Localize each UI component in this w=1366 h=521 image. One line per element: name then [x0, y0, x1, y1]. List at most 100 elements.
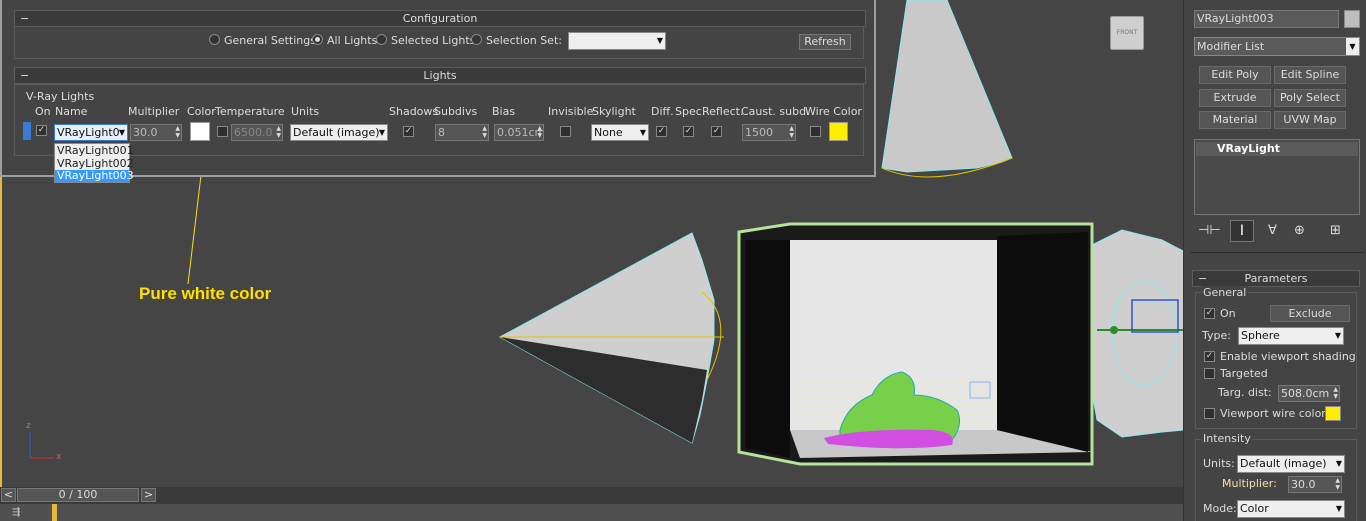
specular-checkbox[interactable]: ✓ — [683, 126, 694, 137]
axis-x-label: x — [56, 452, 62, 462]
parameters-rollout[interactable]: − Parameters — [1192, 270, 1360, 287]
edit-spline-button[interactable]: Edit Spline — [1274, 66, 1346, 84]
shadows-checkbox[interactable]: ✓ — [403, 126, 414, 137]
collapse-parameters-icon[interactable]: − — [1198, 271, 1207, 286]
stack-item-vraylight[interactable]: VRayLight — [1196, 142, 1358, 156]
prev-frame-button[interactable]: < — [1, 488, 16, 502]
poly-select-button[interactable]: Poly Select — [1274, 89, 1346, 107]
reflect-checkbox[interactable]: ✓ — [711, 126, 722, 137]
header-color: Color — [187, 105, 216, 118]
radio-icon[interactable] — [209, 34, 220, 45]
name-option-003[interactable]: VRayLight003 — [55, 170, 134, 182]
mode-label: Mode: — [1203, 502, 1237, 515]
pin-stack-icon[interactable]: ⊣⊢ — [1198, 223, 1221, 238]
name-option-001[interactable]: VRayLight001 — [55, 144, 134, 157]
caustic-subdivs-spinner[interactable]: 1500 ▲ ▼ — [742, 124, 796, 141]
viewport-wire-color-swatch[interactable] — [1325, 406, 1341, 421]
radio-label: General Settings — [224, 34, 316, 47]
multiplier-spinner[interactable]: 30.0 ▲ ▼ — [130, 124, 182, 141]
next-frame-button[interactable]: > — [141, 488, 156, 502]
remove-modifier-icon[interactable]: ⊕ — [1294, 223, 1305, 238]
skylight-dropdown[interactable]: None ▼ — [591, 124, 649, 141]
spinner-arrows-icon[interactable]: ▲ ▼ — [1335, 477, 1340, 491]
chevron-down-icon: ▼ — [1334, 331, 1341, 340]
on-checkbox[interactable]: ✓ — [36, 125, 47, 136]
time-marker[interactable] — [52, 504, 57, 521]
temperature-checkbox[interactable] — [217, 126, 228, 137]
configuration-title: Configuration — [402, 12, 478, 25]
skylight-value: None — [594, 126, 623, 139]
lights-title: Lights — [423, 69, 457, 82]
type-dropdown[interactable]: Sphere ▼ — [1238, 327, 1344, 345]
multiplier-spinner-cmd[interactable]: 30.0 ▲ ▼ — [1288, 476, 1342, 493]
radio-selected-icon[interactable] — [312, 34, 323, 45]
object-name-field[interactable]: VRayLight003 — [1194, 10, 1339, 28]
edit-poly-button[interactable]: Edit Poly — [1199, 66, 1271, 84]
row-select-handle[interactable] — [23, 122, 31, 140]
collapse-config-icon[interactable]: − — [20, 11, 29, 26]
targ-dist-value: 508.0cm — [1281, 387, 1330, 400]
radio-selection-set[interactable]: Selection Set: — [471, 34, 562, 47]
object-color-swatch[interactable] — [1344, 10, 1360, 28]
spinner-arrows-icon[interactable]: ▲ ▼ — [537, 125, 542, 139]
targeted-checkbox[interactable] — [1204, 368, 1215, 379]
diffuse-checkbox[interactable]: ✓ — [656, 126, 667, 137]
time-slider[interactable]: 0 / 100 — [17, 488, 139, 502]
radio-icon[interactable] — [471, 34, 482, 45]
vray-lights-label: V-Ray Lights — [26, 90, 95, 103]
light-color-swatch[interactable] — [190, 122, 210, 141]
wire-color-checkbox[interactable] — [810, 126, 821, 137]
light-lister-panel: − Configuration General Settings All Lig… — [0, 0, 876, 183]
enable-viewport-shading-checkbox[interactable]: ✓ — [1204, 351, 1215, 362]
lights-rollout[interactable]: − Lights — [14, 67, 866, 84]
radio-label: All Lights — [327, 34, 378, 47]
radio-icon[interactable] — [376, 34, 387, 45]
radio-all-lights[interactable]: All Lights — [312, 34, 377, 47]
track-bar[interactable] — [0, 504, 1183, 521]
name-options-list: VRayLight001 VRayLight002 VRayLight003 — [54, 143, 134, 183]
units-dropdown-cmd[interactable]: Default (image) ▼ — [1237, 455, 1345, 473]
wire-color-swatch[interactable] — [829, 122, 848, 141]
viewport-wire-color-checkbox[interactable] — [1204, 408, 1215, 419]
extrude-button[interactable]: Extrude — [1199, 89, 1271, 107]
units-dropdown[interactable]: Default (image) ▼ — [290, 124, 388, 141]
make-unique-icon[interactable]: ∀ — [1268, 223, 1277, 238]
modifier-stack: VRayLight — [1194, 139, 1360, 215]
subdivs-spinner[interactable]: 8 ▲ ▼ — [435, 124, 489, 141]
track-bar-icon[interactable]: ⇶ — [12, 507, 20, 518]
configuration-rollout[interactable]: − Configuration — [14, 10, 866, 27]
targ-dist-spinner[interactable]: 508.0cm ▲ ▼ — [1278, 385, 1340, 402]
modifier-list-value: Modifier List — [1197, 40, 1265, 53]
exclude-button[interactable]: Exclude — [1270, 305, 1350, 322]
show-end-result-icon[interactable]: I — [1230, 220, 1254, 242]
configure-sets-icon[interactable]: ⊞ — [1330, 223, 1341, 238]
mode-dropdown[interactable]: Color ▼ — [1237, 500, 1345, 518]
bias-spinner[interactable]: 0.051cm ▲ ▼ — [494, 124, 544, 141]
uvw-map-button[interactable]: UVW Map — [1274, 111, 1346, 129]
collapse-lights-icon[interactable]: − — [20, 68, 29, 83]
radio-selected-lights[interactable]: Selected Lights — [376, 34, 475, 47]
radio-general-settings[interactable]: General Settings — [209, 34, 316, 47]
lights-group — [14, 84, 864, 156]
invisible-checkbox[interactable] — [560, 126, 571, 137]
units-value: Default (image) — [293, 126, 380, 139]
units-value-cmd: Default (image) — [1240, 457, 1327, 470]
header-skylight: Skylight — [592, 105, 636, 118]
header-name: Name — [55, 105, 88, 118]
header-reflect: Reflect. — [702, 105, 744, 118]
subdivs-value: 8 — [438, 126, 445, 139]
spinner-arrows-icon[interactable]: ▲ ▼ — [1333, 386, 1338, 400]
spinner-arrows-icon[interactable]: ▲ ▼ — [276, 125, 281, 139]
selection-set-dropdown[interactable]: ▼ — [568, 32, 666, 50]
name-dropdown[interactable]: VRayLight0 ▼ — [54, 124, 128, 141]
spinner-arrows-icon[interactable]: ▲ ▼ — [482, 125, 487, 139]
multiplier-label: Multiplier: — [1222, 477, 1277, 490]
refresh-button[interactable]: Refresh — [799, 34, 851, 50]
material-button[interactable]: Material — [1199, 111, 1271, 129]
on-checkbox[interactable]: ✓ — [1204, 308, 1215, 319]
temperature-spinner[interactable]: 6500.0 ▲ ▼ — [231, 124, 283, 141]
spinner-arrows-icon[interactable]: ▲ ▼ — [175, 125, 180, 139]
viewcube[interactable]: FRONT — [1110, 16, 1144, 50]
spinner-arrows-icon[interactable]: ▲ ▼ — [789, 125, 794, 139]
modifier-list-dropdown[interactable]: Modifier List ▼ — [1194, 37, 1360, 56]
